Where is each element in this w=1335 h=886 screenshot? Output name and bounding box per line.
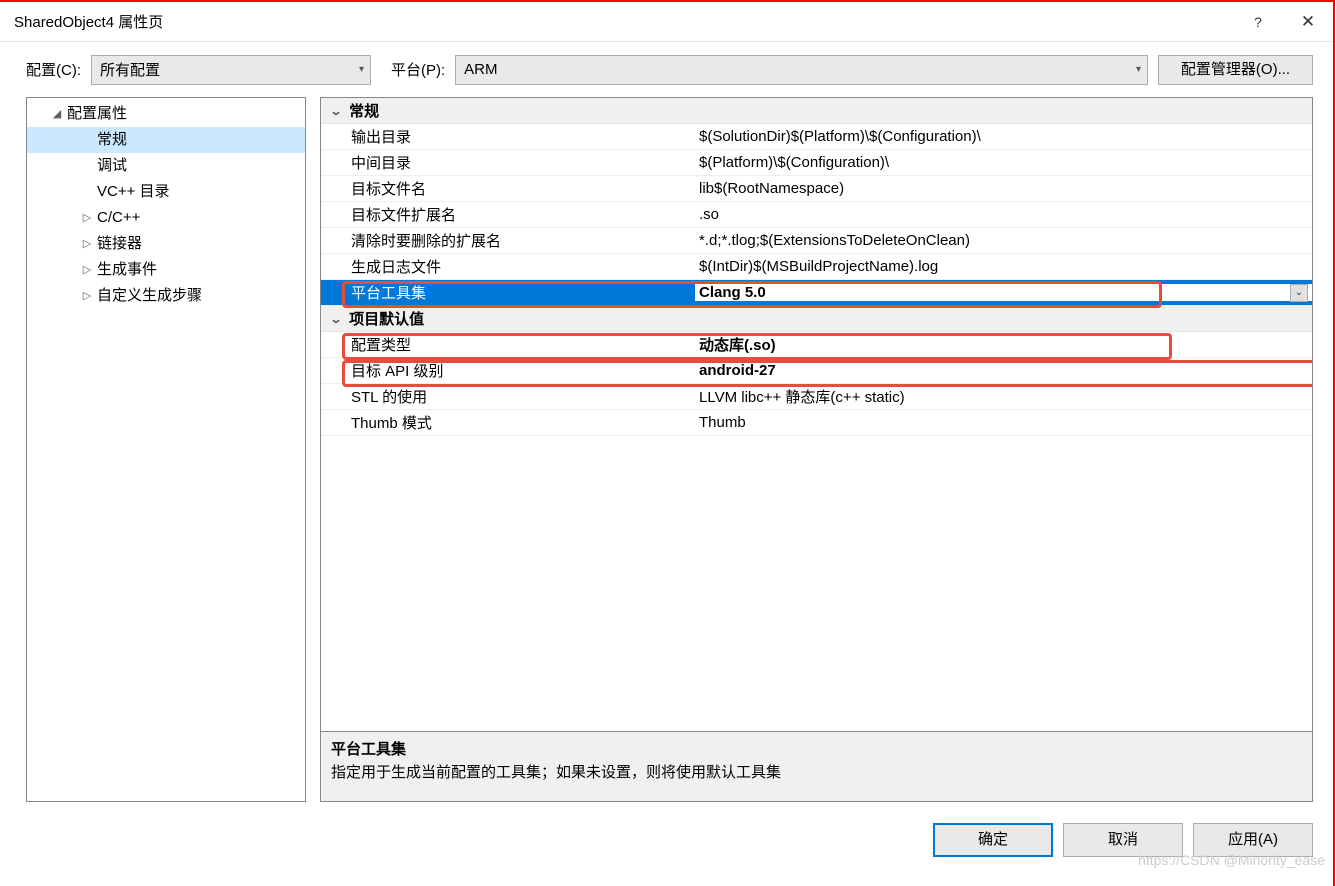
property-value[interactable]: $(IntDir)$(MSBuildProjectName).log xyxy=(695,258,1312,275)
config-value: 所有配置 xyxy=(100,59,160,80)
ok-button[interactable]: 确定 xyxy=(933,823,1053,857)
property-value[interactable]: .so xyxy=(695,206,1312,223)
dropdown-button[interactable]: ⌄ xyxy=(1290,284,1308,302)
property-name: 输出目录 xyxy=(321,126,695,147)
collapse-icon: ⌄ xyxy=(329,104,342,118)
property-value[interactable]: *.d;*.tlog;$(ExtensionsToDeleteOnClean) xyxy=(695,232,1312,249)
property-value[interactable]: android-27 xyxy=(695,362,1312,379)
chevron-down-icon: ▾ xyxy=(1136,64,1141,75)
expander-icon: ▷ xyxy=(81,231,93,257)
tree-item[interactable]: ▷自定义生成步骤 xyxy=(27,283,305,309)
property-value[interactable]: $(Platform)\$(Configuration)\ xyxy=(695,154,1312,171)
property-name: Thumb 模式 xyxy=(321,412,695,433)
tree-item[interactable]: ▷C/C++ xyxy=(27,205,305,231)
config-combo[interactable]: 所有配置 ▾ xyxy=(91,55,371,85)
property-value[interactable]: lib$(RootNamespace) xyxy=(695,180,1312,197)
platform-label: 平台(P): xyxy=(391,59,445,80)
description-text: 指定用于生成当前配置的工具集；如果未设置，则将使用默认工具集 xyxy=(331,761,1302,782)
property-value[interactable]: $(SolutionDir)$(Platform)\$(Configuratio… xyxy=(695,128,1312,145)
property-name: 目标文件名 xyxy=(321,178,695,199)
category-tree: ◢ 配置属性 常规调试VC++ 目录▷C/C++▷链接器▷生成事件▷自定义生成步… xyxy=(26,97,306,802)
property-value[interactable]: 动态库(.so) xyxy=(695,334,1312,355)
property-row[interactable]: 生成日志文件$(IntDir)$(MSBuildProjectName).log xyxy=(321,254,1312,280)
property-name: 平台工具集 xyxy=(321,282,695,303)
property-row[interactable]: 目标 API 级别android-27 xyxy=(321,358,1312,384)
close-icon[interactable]: ✕ xyxy=(1283,12,1333,32)
property-row[interactable]: 目标文件名lib$(RootNamespace) xyxy=(321,176,1312,202)
property-row[interactable]: 中间目录$(Platform)\$(Configuration)\ xyxy=(321,150,1312,176)
property-value[interactable]: Thumb xyxy=(695,414,1312,431)
expander-icon: ◢ xyxy=(51,101,63,127)
tree-item-label: 常规 xyxy=(97,127,127,153)
expander-icon: ▷ xyxy=(81,205,93,231)
help-icon[interactable]: ? xyxy=(1233,14,1283,30)
config-bar: 配置(C): 所有配置 ▾ 平台(P): ARM ▾ 配置管理器(O)... xyxy=(0,42,1333,97)
group-header[interactable]: ⌄ 项目默认值 xyxy=(321,306,1312,332)
group-header[interactable]: ⌄ 常规 xyxy=(321,98,1312,124)
description-panel: 平台工具集 指定用于生成当前配置的工具集；如果未设置，则将使用默认工具集 xyxy=(321,731,1312,801)
property-value[interactable]: LLVM libc++ 静态库(c++ static) xyxy=(695,386,1312,407)
property-panel: ⌄ 常规输出目录$(SolutionDir)$(Platform)\$(Confi… xyxy=(320,97,1313,802)
expander-icon: ▷ xyxy=(81,257,93,283)
property-name: 配置类型 xyxy=(321,334,695,355)
tree-item[interactable]: ▷链接器 xyxy=(27,231,305,257)
property-row[interactable]: STL 的使用LLVM libc++ 静态库(c++ static) xyxy=(321,384,1312,410)
property-name: 目标 API 级别 xyxy=(321,360,695,381)
property-name: 中间目录 xyxy=(321,152,695,173)
property-name: 目标文件扩展名 xyxy=(321,204,695,225)
tree-item-label: 调试 xyxy=(97,153,127,179)
config-manager-button[interactable]: 配置管理器(O)... xyxy=(1158,55,1313,85)
group-title: 项目默认值 xyxy=(349,308,424,329)
expander-icon: ▷ xyxy=(81,283,93,309)
window-title: SharedObject4 属性页 xyxy=(14,11,1233,32)
property-name: 清除时要删除的扩展名 xyxy=(321,230,695,251)
config-label: 配置(C): xyxy=(26,59,81,80)
platform-value: ARM xyxy=(464,61,497,78)
apply-button[interactable]: 应用(A) xyxy=(1193,823,1313,857)
description-title: 平台工具集 xyxy=(331,738,1302,759)
property-value[interactable]: Clang 5.0 xyxy=(695,284,1312,301)
tree-item[interactable]: 调试 xyxy=(27,153,305,179)
chevron-down-icon: ▾ xyxy=(359,64,364,75)
group-title: 常规 xyxy=(349,100,379,121)
property-name: 生成日志文件 xyxy=(321,256,695,277)
property-grid: ⌄ 常规输出目录$(SolutionDir)$(Platform)\$(Confi… xyxy=(321,98,1312,731)
titlebar: SharedObject4 属性页 ? ✕ xyxy=(0,2,1333,42)
tree-item-label: 自定义生成步骤 xyxy=(97,283,202,309)
dialog-buttons: 确定 取消 应用(A) xyxy=(0,812,1333,867)
platform-combo[interactable]: ARM ▾ xyxy=(455,55,1148,85)
tree-item[interactable]: 常规 xyxy=(27,127,305,153)
tree-item-label: 生成事件 xyxy=(97,257,157,283)
property-row[interactable]: 目标文件扩展名.so xyxy=(321,202,1312,228)
property-row[interactable]: 配置类型动态库(.so) xyxy=(321,332,1312,358)
main-area: ◢ 配置属性 常规调试VC++ 目录▷C/C++▷链接器▷生成事件▷自定义生成步… xyxy=(0,97,1333,812)
tree-item-label: VC++ 目录 xyxy=(97,179,170,205)
property-row[interactable]: Thumb 模式Thumb xyxy=(321,410,1312,436)
property-row[interactable]: 平台工具集Clang 5.0⌄ xyxy=(321,280,1312,306)
tree-item[interactable]: VC++ 目录 xyxy=(27,179,305,205)
tree-item[interactable]: ▷生成事件 xyxy=(27,257,305,283)
tree-item-label: 链接器 xyxy=(97,231,142,257)
property-name: STL 的使用 xyxy=(321,386,695,407)
cancel-button[interactable]: 取消 xyxy=(1063,823,1183,857)
collapse-icon: ⌄ xyxy=(329,312,342,326)
tree-root-label: 配置属性 xyxy=(67,101,127,127)
property-row[interactable]: 输出目录$(SolutionDir)$(Platform)\$(Configur… xyxy=(321,124,1312,150)
tree-item-label: C/C++ xyxy=(97,205,140,231)
tree-root[interactable]: ◢ 配置属性 xyxy=(27,101,305,127)
property-row[interactable]: 清除时要删除的扩展名*.d;*.tlog;$(ExtensionsToDelet… xyxy=(321,228,1312,254)
